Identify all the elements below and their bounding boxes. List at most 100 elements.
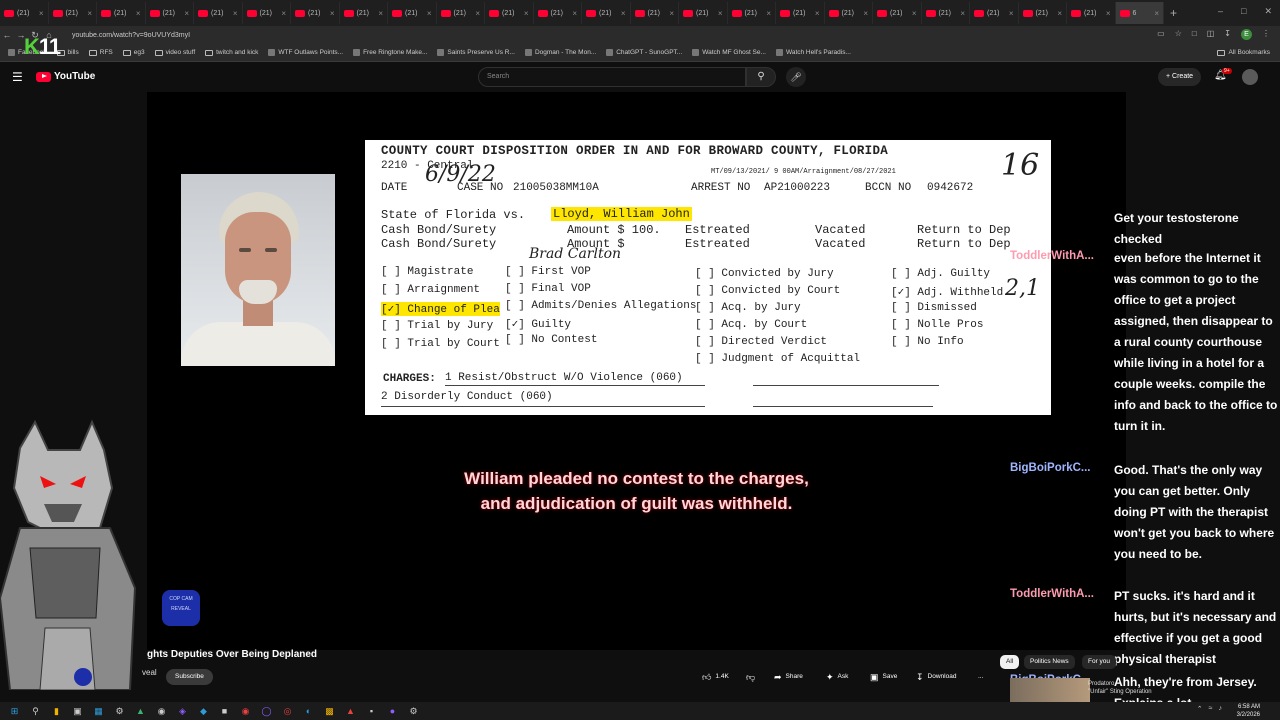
close-icon[interactable]: ✕: [1264, 6, 1272, 17]
filter-chip[interactable]: Politics News: [1024, 655, 1075, 669]
bookmark-item[interactable]: ChatGPT - SunoGPT...: [606, 49, 682, 56]
browser-tab[interactable]: (21) ×: [291, 2, 340, 24]
bookmark-item[interactable]: twitch and kick: [205, 49, 258, 56]
video-player[interactable]: COUNTY COURT DISPOSITION ORDER IN AND FO…: [147, 92, 1126, 650]
browser-tab[interactable]: (21) ×: [534, 2, 582, 24]
store-icon[interactable]: ▦: [92, 705, 105, 717]
search-input[interactable]: Search: [478, 67, 746, 87]
tab-close-icon[interactable]: ×: [1154, 9, 1159, 18]
tab-close-icon[interactable]: ×: [572, 9, 577, 18]
bookmark-item[interactable]: Watch MF Ghost Se...: [692, 49, 766, 56]
ask-button[interactable]: ✦ Ask: [826, 669, 848, 685]
bookmark-item[interactable]: video stuff: [154, 49, 195, 56]
tab-close-icon[interactable]: ×: [960, 9, 965, 18]
app-icon[interactable]: ▲: [134, 705, 147, 717]
tab-close-icon[interactable]: ×: [669, 9, 674, 18]
settings-icon[interactable]: ⚙: [113, 705, 126, 717]
recommended-thumbnail[interactable]: [1010, 678, 1090, 704]
tab-close-icon[interactable]: ×: [87, 9, 92, 18]
bookmark-item[interactable]: Dogman - The Mon...: [524, 49, 596, 56]
cast-icon[interactable]: ▭: [1157, 29, 1165, 40]
edge-icon[interactable]: ◐: [302, 705, 315, 717]
tab-close-icon[interactable]: ×: [524, 9, 529, 18]
tab-close-icon[interactable]: ×: [136, 9, 141, 18]
url-field[interactable]: youtube.com/watch?v=9oUVUYd3myI: [72, 32, 190, 39]
tab-close-icon[interactable]: ×: [1057, 9, 1062, 18]
file-explorer-icon[interactable]: ▮: [50, 705, 63, 717]
hamburger-menu-icon[interactable]: ☰: [12, 70, 24, 84]
kebab-menu-icon[interactable]: ⋮: [1262, 29, 1270, 40]
chat-username[interactable]: ToddlerWithA...: [1010, 250, 1094, 262]
sidebar-icon[interactable]: ◫: [1207, 29, 1215, 40]
app5-icon[interactable]: ▩: [323, 705, 336, 717]
subscribe-button[interactable]: Subscribe: [166, 669, 213, 685]
tab-close-icon[interactable]: ×: [475, 9, 480, 18]
browser-tab[interactable]: (21) ×: [922, 2, 970, 24]
browser-tab-active[interactable]: 6 ×: [1115, 2, 1164, 24]
browser-tab[interactable]: (21) ×: [388, 2, 437, 24]
app2-icon[interactable]: ◈: [176, 705, 189, 717]
share-button[interactable]: ➦ Share: [774, 669, 803, 685]
recommended-title[interactable]: Prodatoro "Unfair" Sting Operation: [1088, 680, 1152, 696]
chrome-icon[interactable]: ◎: [281, 705, 294, 717]
filter-chip[interactable]: All: [1000, 655, 1020, 669]
steam-icon[interactable]: ◉: [155, 705, 168, 717]
profile-avatar[interactable]: E: [1241, 29, 1252, 40]
browser-tab[interactable]: (21) ×: [728, 2, 776, 24]
browser-tab[interactable]: (21) ×: [146, 2, 194, 24]
download-icon[interactable]: ↧: [1224, 29, 1231, 40]
channel-name[interactable]: veal: [142, 668, 157, 677]
tab-close-icon[interactable]: ×: [330, 9, 335, 18]
bookmark-item[interactable]: Free Ringtone Make...: [353, 49, 427, 56]
tab-close-icon[interactable]: ×: [39, 9, 44, 18]
app8-icon[interactable]: ●: [386, 705, 399, 717]
chat-username[interactable]: ToddlerWithA...: [1010, 588, 1094, 600]
app7-icon[interactable]: ▪: [365, 705, 378, 717]
back-icon[interactable]: ←: [0, 30, 14, 40]
more-actions-button[interactable]: ...: [978, 669, 983, 685]
search-button[interactable]: ⚲: [746, 67, 776, 87]
minimize-icon[interactable]: –: [1218, 6, 1223, 17]
filter-chip[interactable]: For you: [1082, 655, 1117, 669]
browser-tab[interactable]: (21) ×: [437, 2, 485, 24]
windows-start-icon[interactable]: ⊞: [8, 705, 21, 717]
dislike-button[interactable]: 👎︎: [746, 669, 755, 685]
bookmark-item[interactable]: RFS: [88, 49, 113, 56]
tab-close-icon[interactable]: ×: [184, 9, 189, 18]
bookmark-star-icon[interactable]: ☆: [1175, 29, 1182, 40]
browser-tab[interactable]: (21) ×: [49, 2, 97, 24]
extension-icon[interactable]: □: [1192, 29, 1197, 40]
download-button[interactable]: ↧ Download: [916, 669, 956, 685]
app6-icon[interactable]: ▲: [344, 705, 357, 717]
browser-tab[interactable]: (21) ×: [0, 2, 49, 24]
browser-tab[interactable]: (21) ×: [1019, 2, 1067, 24]
browser-tab[interactable]: (21) ×: [340, 2, 388, 24]
taskbar-clock[interactable]: 6:58 AM 3/2/2026: [1237, 703, 1260, 719]
tab-close-icon[interactable]: ×: [815, 9, 820, 18]
browser-tab[interactable]: (21) ×: [776, 2, 825, 24]
tab-close-icon[interactable]: ×: [281, 9, 286, 18]
browser-tab[interactable]: (21) ×: [825, 2, 873, 24]
channel-avatar[interactable]: [74, 668, 92, 686]
tab-close-icon[interactable]: ×: [912, 9, 917, 18]
bookmark-item[interactable]: Watch Hell's Paradis...: [775, 49, 851, 56]
chevron-up-icon[interactable]: ⌃: [1197, 705, 1203, 713]
tab-close-icon[interactable]: ×: [1009, 9, 1014, 18]
bookmark-item[interactable]: Saints Preserve Us R...: [437, 49, 515, 56]
app3-icon[interactable]: ◆: [197, 705, 210, 717]
app9-icon[interactable]: ⚙: [407, 705, 420, 717]
browser-tab[interactable]: (21) ×: [582, 2, 631, 24]
tab-close-icon[interactable]: ×: [378, 9, 383, 18]
maximize-icon[interactable]: □: [1241, 6, 1246, 17]
like-button[interactable]: 👍︎ 1.4K: [702, 669, 729, 685]
browser-tab[interactable]: (21) ×: [243, 2, 291, 24]
browser-tab[interactable]: (21) ×: [485, 2, 534, 24]
tab-close-icon[interactable]: ×: [233, 9, 238, 18]
youtube-logo[interactable]: YouTube: [36, 71, 95, 82]
tab-close-icon[interactable]: ×: [1106, 9, 1111, 18]
account-avatar[interactable]: [1242, 69, 1258, 85]
browser-tab[interactable]: (21) ×: [97, 2, 146, 24]
browser-tab[interactable]: (21) ×: [194, 2, 243, 24]
tab-close-icon[interactable]: ×: [621, 9, 626, 18]
save-button[interactable]: ▣ Save: [870, 669, 897, 685]
